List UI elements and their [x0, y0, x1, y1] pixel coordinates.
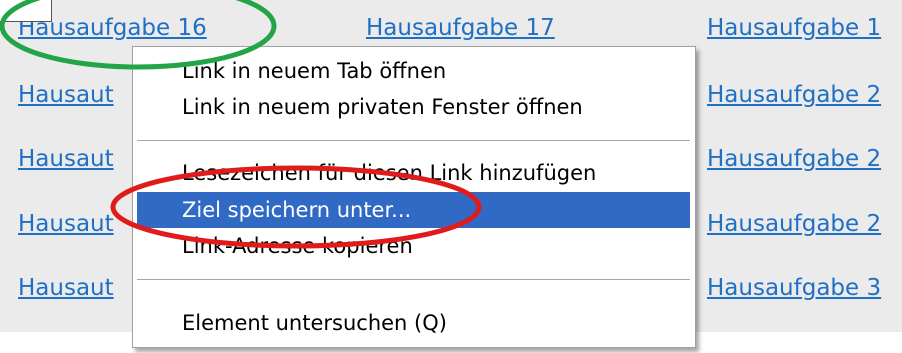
menu-item-open-new-tab[interactable]: Link in neuem Tab öffnen: [137, 53, 690, 89]
link-hausaufgabe-17[interactable]: Hausaufgabe 17: [366, 15, 555, 41]
link-col1-row3[interactable]: Hausaut: [18, 146, 114, 172]
link-col3-row2[interactable]: Hausaufgabe 2: [707, 82, 881, 108]
menu-item-inspect-element[interactable]: Element untersuchen (Q): [137, 305, 690, 341]
link-col3-row4[interactable]: Hausaufgabe 2: [707, 211, 881, 237]
menu-separator: [137, 140, 690, 141]
menu-item-copy-link-address[interactable]: Link-Adresse kopieren: [137, 228, 690, 264]
corner-box: [0, 0, 52, 22]
menu-item-save-target-as[interactable]: Ziel speichern unter...: [137, 192, 690, 228]
menu-item-bookmark-link[interactable]: Lesezeichen für diesen Link hinzufügen: [137, 155, 690, 191]
context-menu: Link in neuem Tab öffnen Link in neuem p…: [132, 46, 696, 348]
link-col1-row5[interactable]: Hausaut: [18, 275, 114, 301]
link-col3-row3[interactable]: Hausaufgabe 2: [707, 146, 881, 172]
link-hausaufgabe-col3-row1[interactable]: Hausaufgabe 1: [707, 15, 881, 41]
link-col3-row5[interactable]: Hausaufgabe 3: [707, 275, 881, 301]
menu-item-open-private-window[interactable]: Link in neuem privaten Fenster öffnen: [137, 89, 690, 125]
link-col1-row2[interactable]: Hausaut: [18, 82, 114, 108]
menu-separator: [137, 279, 690, 280]
link-col1-row4[interactable]: Hausaut: [18, 211, 114, 237]
browser-page: Hausaufgabe 16 Hausaufgabe 17 Hausaufgab…: [0, 0, 902, 353]
